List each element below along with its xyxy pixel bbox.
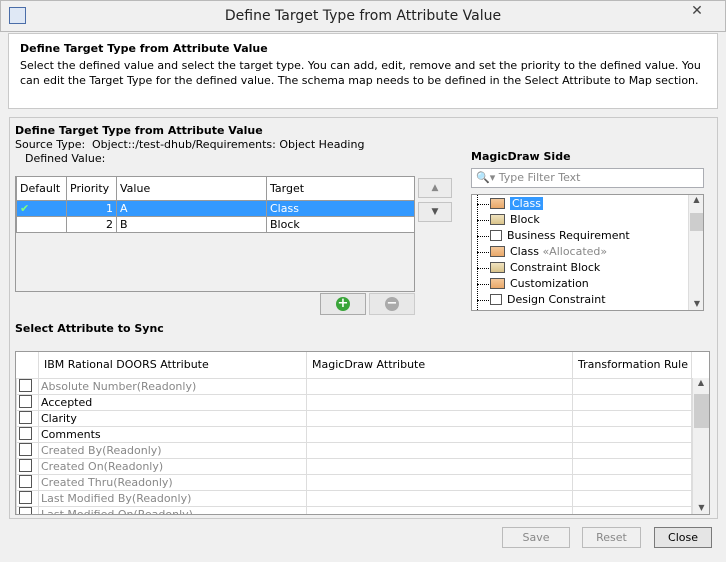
scroll-thumb[interactable]: [690, 213, 703, 231]
table-row[interactable]: Comments: [16, 425, 692, 443]
tree-item[interactable]: Class «Allocated»: [472, 244, 703, 260]
table-row[interactable]: Clarity: [16, 409, 692, 427]
scroll-up-icon[interactable]: ▲: [689, 195, 703, 204]
arrow-down-icon: ▼: [431, 207, 439, 217]
move-up-button[interactable]: ▲: [418, 178, 452, 198]
checkbox[interactable]: [19, 379, 32, 392]
class-icon: [490, 198, 505, 209]
checkbox[interactable]: [19, 395, 32, 408]
tree-item[interactable]: Customization: [472, 276, 703, 292]
table-row[interactable]: Created On(Readonly): [16, 457, 692, 475]
col-magicdraw-attribute[interactable]: MagicDraw Attribute: [306, 352, 573, 379]
remove-button[interactable]: −: [369, 293, 415, 315]
class-icon: [490, 278, 505, 289]
col-priority[interactable]: Priority: [66, 177, 117, 201]
scroll-thumb[interactable]: [694, 394, 709, 428]
window-title: Define Target Type from Attribute Value: [224, 8, 502, 24]
arrow-up-icon: ▲: [431, 183, 439, 193]
checkbox[interactable]: [19, 475, 32, 488]
checkbox[interactable]: [19, 507, 32, 514]
filter-input[interactable]: 🔍▾ Type Filter Text: [471, 168, 704, 188]
tree-item[interactable]: Business Requirement: [472, 228, 703, 244]
table-row[interactable]: Last Modified On(Readonly): [16, 505, 692, 514]
scroll-up-icon[interactable]: ▲: [693, 378, 709, 387]
checkbox[interactable]: [19, 491, 32, 504]
move-down-button[interactable]: ▼: [418, 202, 452, 222]
table-row[interactable]: ✔ 1 A Class: [16, 199, 415, 217]
table-row[interactable]: Created By(Readonly): [16, 441, 692, 459]
source-type-label: Source Type:: [15, 138, 86, 151]
requirement-icon: [490, 230, 502, 241]
defined-value-label: Defined Value:: [25, 152, 106, 165]
checkbox[interactable]: [19, 411, 32, 424]
tree-scrollbar[interactable]: ▲ ▼: [688, 195, 703, 310]
table-row[interactable]: Absolute Number(Readonly): [16, 377, 692, 395]
header-title: Define Target Type from Attribute Value: [20, 42, 268, 55]
table-row[interactable]: Last Modified By(Readonly): [16, 489, 692, 507]
constraint-block-icon: [490, 262, 505, 273]
col-doors-attribute[interactable]: IBM Rational DOORS Attribute: [38, 352, 307, 379]
table-row[interactable]: Accepted: [16, 393, 692, 411]
magicdraw-side-title: MagicDraw Side: [471, 150, 571, 163]
close-button[interactable]: Close: [654, 527, 712, 548]
tree-item[interactable]: Constraint Block: [472, 260, 703, 276]
scroll-down-icon[interactable]: ▼: [689, 299, 703, 308]
col-transformation-rule[interactable]: Transformation Rule: [572, 352, 692, 379]
checkbox[interactable]: [19, 443, 32, 456]
tree-item[interactable]: Class: [472, 196, 703, 212]
type-tree: Class Block Business Requirement Class «…: [471, 194, 704, 311]
requirement-icon: [490, 294, 502, 305]
sync-title: Select Attribute to Sync: [15, 322, 164, 335]
plus-icon: +: [336, 296, 350, 311]
search-icon[interactable]: 🔍▾: [476, 171, 495, 184]
scroll-down-icon[interactable]: ▼: [693, 503, 709, 512]
block-icon: [490, 214, 505, 225]
add-button[interactable]: +: [320, 293, 366, 315]
close-icon[interactable]: ✕: [688, 3, 706, 21]
minus-icon: −: [385, 296, 399, 311]
values-table: Default Priority Value Target ✔ 1 A Class 2 B Bl…: [15, 176, 415, 292]
sync-scrollbar[interactable]: ▲ ▼: [692, 378, 709, 514]
source-type-value: Object::/test-dhub/Requirements: Object …: [92, 138, 365, 151]
table-row[interactable]: Created Thru(Readonly): [16, 473, 692, 491]
tree-item[interactable]: Design Constraint: [472, 292, 703, 308]
col-value[interactable]: Value: [116, 177, 267, 201]
reset-button[interactable]: Reset: [582, 527, 641, 548]
save-button[interactable]: Save: [502, 527, 570, 548]
default-check-icon[interactable]: ✔: [16, 199, 67, 217]
sync-table: IBM Rational DOORS Attribute MagicDraw At…: [15, 351, 710, 515]
header-description: Select the defined value and select the …: [20, 59, 701, 87]
checkbox[interactable]: [19, 459, 32, 472]
checkbox[interactable]: [19, 427, 32, 440]
col-target[interactable]: Target: [266, 177, 415, 201]
tree-item[interactable]: Block: [472, 212, 703, 228]
section-title: Define Target Type from Attribute Value: [15, 124, 263, 137]
col-default[interactable]: Default: [16, 177, 67, 201]
table-row[interactable]: 2 B Block: [16, 215, 415, 233]
class-icon: [490, 246, 505, 257]
